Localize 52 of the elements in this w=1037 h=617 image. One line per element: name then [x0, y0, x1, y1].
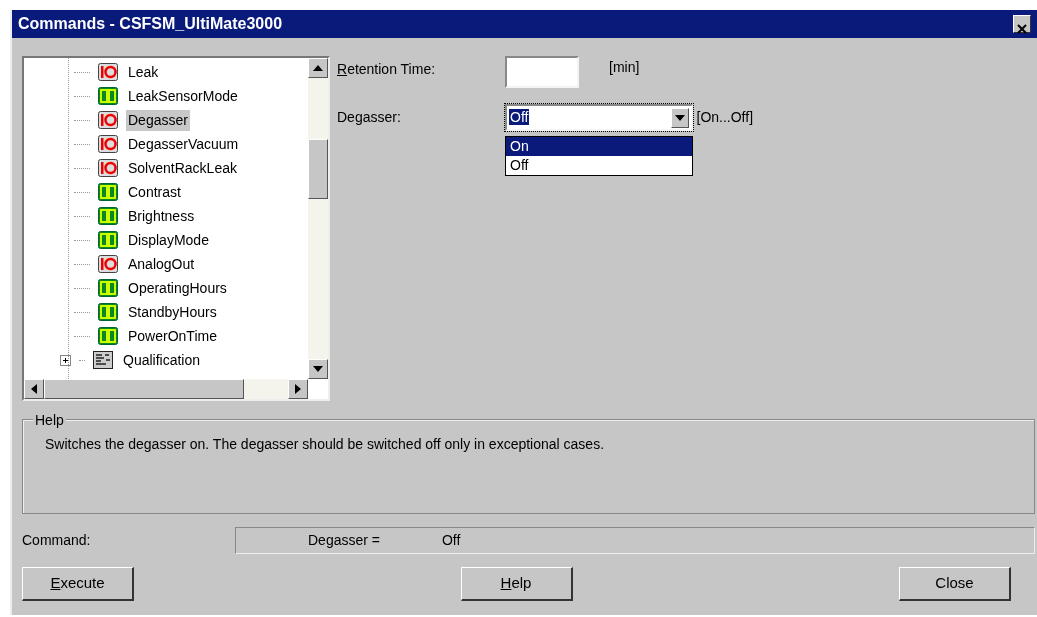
dialog-button[interactable]: Close — [899, 567, 1011, 601]
tree-item[interactable]: StandbyHours — [126, 301, 219, 323]
switch-icon — [98, 135, 118, 153]
scroll-thumb[interactable] — [44, 379, 244, 399]
command-label: Command: — [22, 531, 92, 550]
scroll-right-icon[interactable] — [288, 379, 308, 399]
window-title: Commands - CSFSM_UltiMate3000 — [18, 14, 283, 34]
digital-display-icon — [98, 207, 118, 225]
digital-display-icon — [98, 279, 118, 297]
close-icon[interactable] — [1013, 15, 1031, 33]
dropdown-option[interactable]: Off — [506, 156, 692, 175]
digital-display-icon — [98, 327, 118, 345]
tree-item[interactable]: DisplayMode — [126, 229, 211, 251]
tree-item[interactable]: AnalogOut — [126, 253, 197, 275]
range-label: [On...Off] — [696, 108, 754, 127]
dialog-button[interactable]: Execute — [22, 567, 134, 601]
digital-display-icon — [98, 183, 118, 201]
digital-display-icon — [98, 231, 118, 249]
switch-icon — [98, 255, 118, 273]
dropdown-option[interactable]: On — [506, 137, 692, 156]
field-label: Retention Time: — [337, 60, 437, 79]
tree-item[interactable]: OperatingHours — [126, 277, 229, 299]
tree-item[interactable]: Qualification — [121, 349, 203, 371]
degasser-dropdown[interactable]: Off — [505, 104, 693, 131]
unit-label: [min] — [609, 58, 640, 77]
document-icon — [93, 351, 113, 369]
command-value: Off — [442, 531, 461, 550]
retention-time-field[interactable] — [505, 56, 579, 88]
vertical-scrollbar[interactable] — [308, 58, 328, 379]
scroll-left-icon[interactable] — [24, 379, 44, 399]
scroll-thumb[interactable] — [308, 138, 328, 199]
scroll-up-icon[interactable] — [308, 58, 328, 78]
tree-item[interactable]: Contrast — [126, 181, 183, 203]
switch-icon — [98, 111, 118, 129]
switch-icon — [98, 63, 118, 81]
tree-item[interactable]: Leak — [126, 61, 161, 83]
tree-item[interactable]: DegasserVacuum — [126, 133, 241, 155]
field-label: Degasser: — [337, 108, 402, 127]
tree-item[interactable]: Brightness — [126, 205, 197, 227]
horizontal-scrollbar[interactable] — [24, 379, 308, 399]
switch-icon — [98, 159, 118, 177]
help-text: Switches the degasser on. The degasser should be switched off only in exceptional cases. — [45, 435, 606, 454]
tree-item[interactable]: PowerOnTime — [126, 325, 219, 347]
tree-item[interactable]: Degasser — [126, 109, 190, 131]
digital-display-icon — [98, 87, 118, 105]
digital-display-icon — [98, 303, 118, 321]
command-name: Degasser = — [308, 531, 380, 550]
caret-icon[interactable] — [671, 107, 689, 128]
scroll-down-icon[interactable] — [308, 359, 328, 379]
tree-item[interactable]: LeakSensorMode — [126, 85, 240, 107]
dialog-button[interactable]: Help — [460, 567, 573, 601]
tree-item[interactable]: SolventRackLeak — [126, 157, 239, 179]
